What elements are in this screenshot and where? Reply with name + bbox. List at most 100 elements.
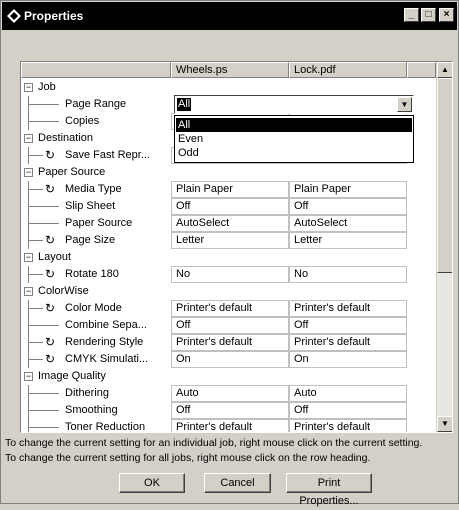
setting-row[interactable]: Combine Sepa... Off Off [21, 317, 436, 334]
setting-label[interactable]: CMYK Simulati... [65, 353, 169, 366]
cancel-button[interactable]: Cancel [204, 473, 271, 493]
group-row[interactable]: − Image Quality [21, 368, 436, 385]
cell-wheels[interactable]: Printer's default [171, 334, 289, 351]
group-label[interactable]: Job [38, 81, 56, 94]
collapse-icon[interactable]: − [24, 168, 33, 177]
cell-wheels[interactable]: Printer's default [171, 300, 289, 317]
cell-lock[interactable]: Printer's default [289, 419, 407, 432]
scroll-down-button[interactable]: ▼ [437, 416, 452, 432]
setting-label[interactable]: Paper Source [65, 217, 169, 230]
setting-label[interactable]: Slip Sheet [65, 200, 169, 213]
cell-lock[interactable]: Letter [289, 232, 407, 249]
setting-label[interactable]: Rendering Style [65, 336, 169, 349]
cell-lock[interactable]: Off [289, 402, 407, 419]
minimize-button[interactable]: _ [404, 8, 419, 22]
page-range-dropdown[interactable]: All ▼ [174, 95, 414, 114]
setting-row[interactable]: ↻ Color Mode Printer's default Printer's de… [21, 300, 436, 317]
tree-connector [29, 359, 43, 360]
cell-lock[interactable]: On [289, 351, 407, 368]
setting-row[interactable]: Slip Sheet Off Off [21, 198, 436, 215]
cell-wheels[interactable]: Off [171, 317, 289, 334]
cell-wheels[interactable]: Printer's default [171, 419, 289, 432]
setting-row[interactable]: Smoothing Off Off [21, 402, 436, 419]
group-label[interactable]: Image Quality [38, 370, 106, 383]
group-row[interactable]: − ColorWise [21, 283, 436, 300]
cell-lock[interactable]: Printer's default [289, 334, 407, 351]
cell-wheels[interactable]: Auto [171, 385, 289, 402]
refresh-icon: ↻ [45, 335, 56, 349]
collapse-icon[interactable]: − [24, 83, 33, 92]
tree-connector [29, 410, 59, 411]
vertical-scrollbar[interactable]: ▲ ▼ [436, 62, 452, 432]
option-all[interactable]: All [176, 118, 412, 132]
tree-connector [29, 427, 59, 428]
refresh-icon: ↻ [45, 267, 56, 281]
group-label[interactable]: Destination [38, 132, 93, 145]
cell-lock[interactable]: Printer's default [289, 300, 407, 317]
setting-label[interactable]: Page Size [65, 234, 169, 247]
option-odd[interactable]: Odd [176, 146, 412, 160]
app-diamond-icon [7, 9, 21, 23]
page-range-selected-value: All [177, 98, 192, 111]
setting-row[interactable]: ↻ Media Type Plain Paper Plain Paper [21, 181, 436, 198]
setting-row[interactable]: Paper Source AutoSelect AutoSelect [21, 215, 436, 232]
setting-row[interactable]: Toner Reduction Printer's default Printer'… [21, 419, 436, 432]
cell-lock[interactable]: Plain Paper [289, 181, 407, 198]
group-label[interactable]: Paper Source [38, 166, 105, 179]
group-row[interactable]: − Layout [21, 249, 436, 266]
collapse-icon[interactable]: − [24, 134, 33, 143]
collapse-icon[interactable]: − [24, 372, 33, 381]
setting-label[interactable]: Media Type [65, 183, 169, 196]
setting-label[interactable]: Page Range [65, 98, 169, 111]
cell-wheels[interactable]: Off [171, 198, 289, 215]
dropdown-arrow-icon[interactable]: ▼ [397, 97, 412, 112]
group-label[interactable]: Layout [38, 251, 71, 264]
title-bar[interactable]: Properties _ □ × [2, 2, 457, 30]
setting-label[interactable]: Color Mode [65, 302, 169, 315]
setting-row[interactable]: Dithering Auto Auto [21, 385, 436, 402]
setting-row[interactable]: ↻ Rotate 180 No No [21, 266, 436, 283]
ok-button[interactable]: OK [119, 473, 185, 493]
cell-wheels[interactable]: On [171, 351, 289, 368]
cell-wheels[interactable]: AutoSelect [171, 215, 289, 232]
option-even[interactable]: Even [176, 132, 412, 146]
cell-wheels[interactable]: Off [171, 402, 289, 419]
cell-lock[interactable]: Off [289, 317, 407, 334]
setting-label[interactable]: Rotate 180 [65, 268, 169, 281]
tree-connector [29, 308, 43, 309]
cell-lock[interactable]: No [289, 266, 407, 283]
group-row[interactable]: − Paper Source [21, 164, 436, 181]
close-button[interactable]: × [439, 8, 454, 22]
tree-connector [29, 342, 43, 343]
cell-wheels[interactable]: Letter [171, 232, 289, 249]
group-label[interactable]: ColorWise [38, 285, 89, 298]
setting-label[interactable]: Save Fast Repr... [65, 149, 169, 162]
scroll-thumb[interactable] [437, 78, 452, 273]
setting-row[interactable]: ↻ Rendering Style Printer's default Printer… [21, 334, 436, 351]
cell-wheels[interactable]: Plain Paper [171, 181, 289, 198]
scroll-up-button[interactable]: ▲ [437, 62, 452, 78]
page-range-options-list[interactable]: All Even Odd [174, 115, 414, 163]
cell-lock[interactable]: AutoSelect [289, 215, 407, 232]
column-header-lock[interactable]: Lock.pdf [289, 62, 407, 78]
setting-row[interactable]: ↻ CMYK Simulati... On On [21, 351, 436, 368]
setting-label[interactable]: Smoothing [65, 404, 169, 417]
cell-wheels[interactable]: No [171, 266, 289, 283]
setting-label[interactable]: Toner Reduction [65, 421, 169, 432]
setting-label[interactable]: Copies [65, 115, 169, 128]
setting-label[interactable]: Combine Sepa... [65, 319, 169, 332]
collapse-icon[interactable]: − [24, 287, 33, 296]
maximize-button[interactable]: □ [421, 8, 436, 22]
column-header-wheels[interactable]: Wheels.ps [171, 62, 289, 78]
print-properties-button[interactable]: Print Properties... [286, 473, 372, 507]
group-row[interactable]: − Job [21, 79, 436, 96]
collapse-icon[interactable]: − [24, 253, 33, 262]
tree-connector [29, 155, 43, 156]
tree-connector [29, 104, 59, 105]
cell-lock[interactable]: Auto [289, 385, 407, 402]
cell-lock[interactable]: Off [289, 198, 407, 215]
tree-connector [28, 419, 29, 432]
setting-label[interactable]: Dithering [65, 387, 169, 400]
setting-row[interactable]: ↻ Page Size Letter Letter [21, 232, 436, 249]
properties-window: Properties _ □ × Wheels.ps Lock.pdf − Job… [0, 0, 459, 507]
